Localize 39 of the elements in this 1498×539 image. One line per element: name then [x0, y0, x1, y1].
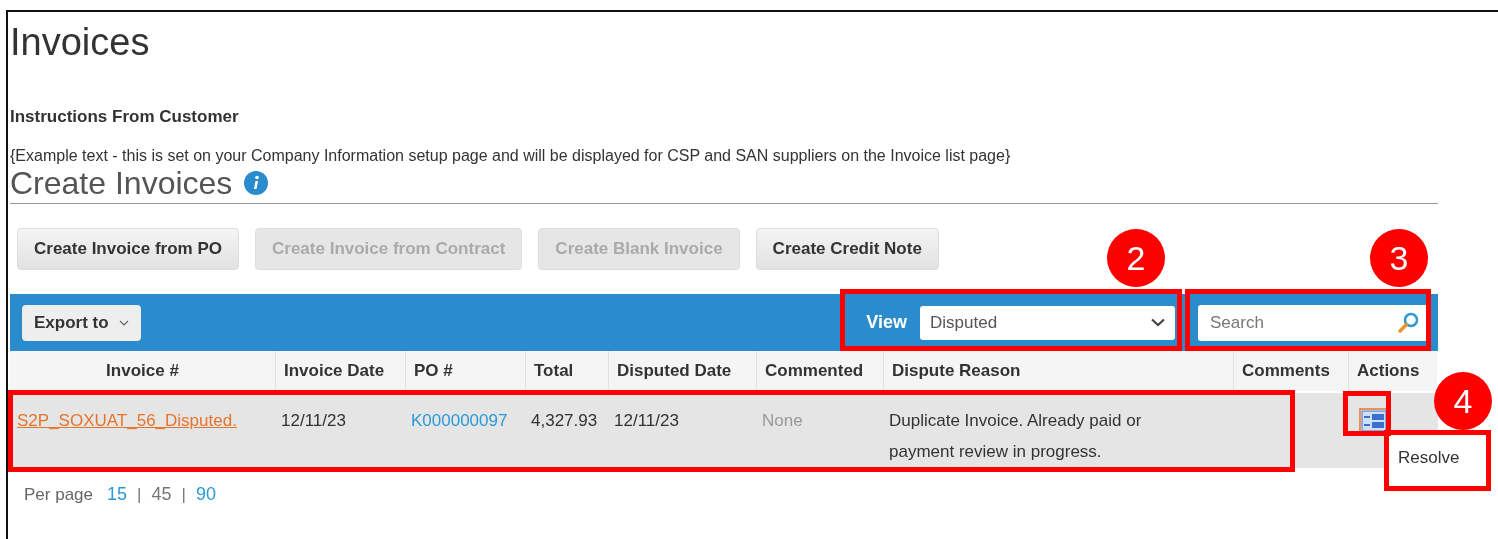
separator: | — [137, 484, 142, 505]
search-field[interactable]: Search — [1198, 304, 1428, 341]
column-header: Disputed Date — [608, 351, 756, 391]
column-header: Comments — [1233, 351, 1348, 391]
search-icon[interactable] — [1396, 310, 1420, 335]
table-cell-text: Duplicate Invoice. Already paid or payment review in progress. — [889, 410, 1143, 463]
section-title: Create Invoices — [10, 165, 233, 201]
table-cell-text: 4,327.93 — [531, 410, 598, 432]
table-cell-text: 12/11/23 — [614, 410, 679, 432]
column-header: Commented — [756, 351, 883, 391]
po-link[interactable]: K000000097 — [411, 405, 508, 436]
instructions-heading: Instructions From Customer — [10, 106, 239, 128]
chevron-icon — [1151, 318, 1165, 327]
page-title: Invoices — [10, 20, 150, 64]
callout-number: 4 — [1434, 372, 1492, 430]
column-header: Actions — [1348, 351, 1437, 391]
page-size-option[interactable]: 90 — [195, 484, 216, 505]
column-header: PO # — [405, 351, 525, 391]
separator: | — [181, 484, 186, 505]
callout-number: 2 — [1107, 229, 1165, 287]
column-header: Total — [525, 351, 608, 391]
instructions-text: {Example text - this is set on your Company Information setup page and will be displayed for CSP and SAN suppliers on the Invoice list page} — [10, 147, 1011, 165]
page-size-option[interactable]: 45 — [151, 484, 172, 505]
export-button[interactable]: Export to — [22, 304, 141, 341]
invoice-link[interactable]: S2P_SOXUAT_56_Disputed. — [17, 405, 237, 436]
table-cell-text: 12/11/23 — [281, 410, 346, 432]
caret-icon — [118, 319, 129, 326]
create-button[interactable]: Create Credit Note — [755, 228, 939, 270]
info-icon[interactable] — [244, 171, 269, 195]
column-header: Invoice # — [10, 351, 275, 391]
view-label: View — [866, 312, 907, 333]
callout-number: 3 — [1370, 229, 1428, 287]
view-dropdown[interactable]: Disputed — [920, 305, 1175, 340]
column-header: Dispute Reason — [883, 351, 1233, 391]
column-header: Invoice Date — [275, 351, 405, 391]
per-page-label: Per page — [24, 484, 93, 505]
create-button[interactable]: Create Invoice from PO — [17, 228, 239, 270]
table-cell-text: None — [762, 410, 803, 432]
page-size-option[interactable]: 15 — [107, 484, 128, 505]
